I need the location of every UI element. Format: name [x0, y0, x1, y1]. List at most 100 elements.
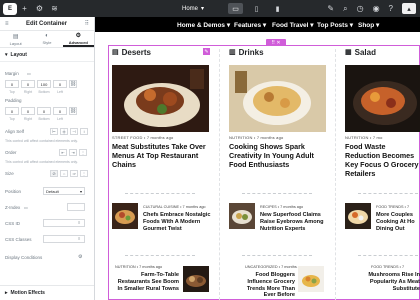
food-photo [183, 266, 209, 292]
post-thumb[interactable] [229, 203, 255, 229]
post-category[interactable]: NUTRITION [229, 135, 253, 140]
panel-tabs: ▤ Layout ◐ Style ⚙ Advanced [0, 31, 94, 48]
hero-title[interactable]: Meat Substitutes Take Over Menus At Top … [112, 142, 212, 169]
link-values-icon[interactable]: ⛓ [69, 80, 77, 88]
structure-icon[interactable]: ≋ [47, 0, 62, 17]
post-category[interactable]: NUTRITION [115, 265, 136, 269]
advanced-controls: Margin ▭ 0 0 100 0 ⛓ Top Right Bottom Le… [0, 62, 94, 298]
nav-item-features[interactable]: Features ▾ [234, 21, 266, 29]
dynamic-tags-icon[interactable]: ≡ [78, 220, 80, 225]
display-conditions-icon[interactable]: ⚙ [78, 254, 82, 260]
post-thumb[interactable] [345, 203, 371, 229]
post-thumb[interactable] [112, 203, 138, 229]
post-thumb[interactable] [298, 266, 324, 292]
panel-title: Edit Container [26, 20, 68, 27]
site-settings-icon[interactable]: ⚙ [32, 0, 47, 17]
align-stretch-icon[interactable]: ↕ [80, 128, 88, 135]
topbar-actions: ✎ ⌕ ◷ ◉ ? ▴ [327, 0, 416, 17]
post-category[interactable]: NUTRITION [345, 135, 369, 140]
history-icon[interactable]: ◷ [357, 0, 364, 17]
padding-top-input[interactable]: 0 [5, 107, 19, 115]
align-center-icon[interactable]: ╪ [60, 128, 68, 135]
position-select[interactable]: Default ▾ [43, 187, 85, 195]
hero-image-deserts[interactable] [112, 65, 209, 132]
post-meta: NUTRITION • 7 months ago [115, 265, 163, 269]
size-grow-icon[interactable]: ⇔ [60, 170, 68, 177]
tab-label: Advanced [68, 39, 88, 45]
finder-icon[interactable]: ⌕ [343, 0, 347, 17]
add-element-icon[interactable]: + [17, 0, 32, 17]
padding-left-input[interactable]: 0 [53, 107, 67, 115]
post-category[interactable]: RECIPES [260, 205, 277, 209]
tab-layout[interactable]: ▤ Layout [0, 31, 31, 47]
margin-bottom-input[interactable]: 100 [37, 80, 51, 88]
size-controls: ⊘ ⇔ ⇒ ⋮ [50, 170, 88, 177]
post-title[interactable]: More Couples Cooking At Ho Dining Out [376, 212, 420, 232]
z-index-input[interactable] [67, 203, 85, 211]
position-label: Position [5, 189, 22, 194]
hero-title[interactable]: Food Waste Reduction Becomes Key Focus O… [345, 142, 420, 178]
nav-item-food-travel[interactable]: Food Travel ▾ [272, 21, 314, 29]
tab-style[interactable]: ◐ Style [31, 31, 62, 47]
padding-right-input[interactable]: 0 [21, 107, 35, 115]
post-title[interactable]: Farm-To-Table Restaurants See Boom In Sm… [115, 272, 179, 292]
post-thumb[interactable] [183, 266, 209, 292]
chevron-down-icon: ▾ [201, 6, 205, 12]
grid-icon: ▤ [112, 49, 119, 56]
section-layout-toggle[interactable]: ▾ Layout [0, 48, 94, 62]
hero-image-salad[interactable] [345, 65, 420, 132]
tablet-icon[interactable]: ▯ [249, 3, 264, 14]
edit-widget-icon[interactable]: ✎ [203, 48, 210, 55]
dynamic-tags-icon[interactable]: ≡ [78, 236, 80, 241]
post-title[interactable]: Food Bloggers Influence Grocery Trends M… [235, 272, 295, 299]
post-category[interactable]: FOOD TRENDS [371, 265, 399, 269]
order-custom-icon[interactable]: ⋮ [79, 149, 87, 156]
link-values-icon[interactable]: ⛓ [69, 107, 77, 115]
post-title[interactable]: Mushrooms Rise In Popularity As Meat Sub… [352, 272, 420, 292]
size-none-icon[interactable]: ⊘ [50, 170, 58, 177]
desktop-icon[interactable]: ▭ [228, 3, 244, 14]
margin-left-input[interactable]: 0 [53, 80, 67, 88]
post-category[interactable]: FOOD TRENDS [376, 205, 404, 209]
margin-right-input[interactable]: 0 [21, 80, 35, 88]
order-first-icon[interactable]: ⇤ [59, 149, 67, 156]
post-date: 7 [402, 265, 405, 269]
tab-advanced[interactable]: ⚙ Advanced [62, 31, 94, 47]
nav-item-shop[interactable]: Shop ▾ [358, 21, 379, 29]
responsive-icon[interactable]: ▭ [27, 71, 31, 76]
widgets-icon[interactable]: ⠿ [85, 20, 89, 27]
nav-item-home-demos[interactable]: Home & Demos ▾ [177, 21, 230, 29]
padding-sublabels: Top Right Bottom Left [5, 117, 67, 121]
divider [125, 255, 195, 256]
size-custom-icon[interactable]: ⋮ [80, 170, 88, 177]
post-category[interactable]: CULTURAL CUISINE [143, 205, 179, 209]
align-start-icon[interactable]: ⊢ [50, 128, 58, 135]
preview-icon[interactable]: ◉ [373, 0, 380, 17]
post-category[interactable]: STREET FOOD [112, 135, 143, 140]
elementor-logo[interactable]: E [3, 2, 17, 15]
order-last-icon[interactable]: ⇥ [69, 149, 77, 156]
padding-bottom-input[interactable]: 0 [37, 107, 51, 115]
post-title[interactable]: New Superfood Claims Raise Eyebrows Amon… [260, 212, 332, 232]
hero-meta: STREET FOOD • 7 months ago [112, 135, 174, 140]
section-motion-effects-toggle[interactable]: ▸ Motion Effects [0, 285, 94, 299]
size-shrink-icon[interactable]: ⇒ [70, 170, 78, 177]
post-category[interactable]: UNCATEGORIZED [245, 265, 278, 269]
help-icon[interactable]: ? [389, 0, 393, 17]
container-handle[interactable]: ⠿ ✕ [266, 39, 286, 46]
publish-button[interactable]: ▴ [402, 3, 416, 14]
sublabel: Right [23, 117, 33, 121]
responsive-icon[interactable]: ▭ [24, 205, 28, 210]
page-selector[interactable]: Home ▾ [182, 5, 205, 13]
column-divider [335, 49, 336, 300]
margin-top-input[interactable]: 0 [5, 80, 19, 88]
mobile-icon[interactable]: ▮ [270, 3, 285, 14]
hero-image-drinks[interactable] [229, 65, 326, 132]
post-title[interactable]: Chefs Embrace Nostalgic Foods With A Mod… [143, 212, 213, 232]
hero-title[interactable]: Cooking Shows Spark Creativity In Young … [229, 142, 333, 169]
align-end-icon[interactable]: ⊣ [70, 128, 78, 135]
food-photo [229, 203, 255, 229]
order-controls: ⇤ ⇥ ⋮ [59, 149, 87, 156]
notes-icon[interactable]: ✎ [327, 0, 334, 17]
nav-item-top-posts[interactable]: Top Posts ▾ [317, 21, 353, 29]
